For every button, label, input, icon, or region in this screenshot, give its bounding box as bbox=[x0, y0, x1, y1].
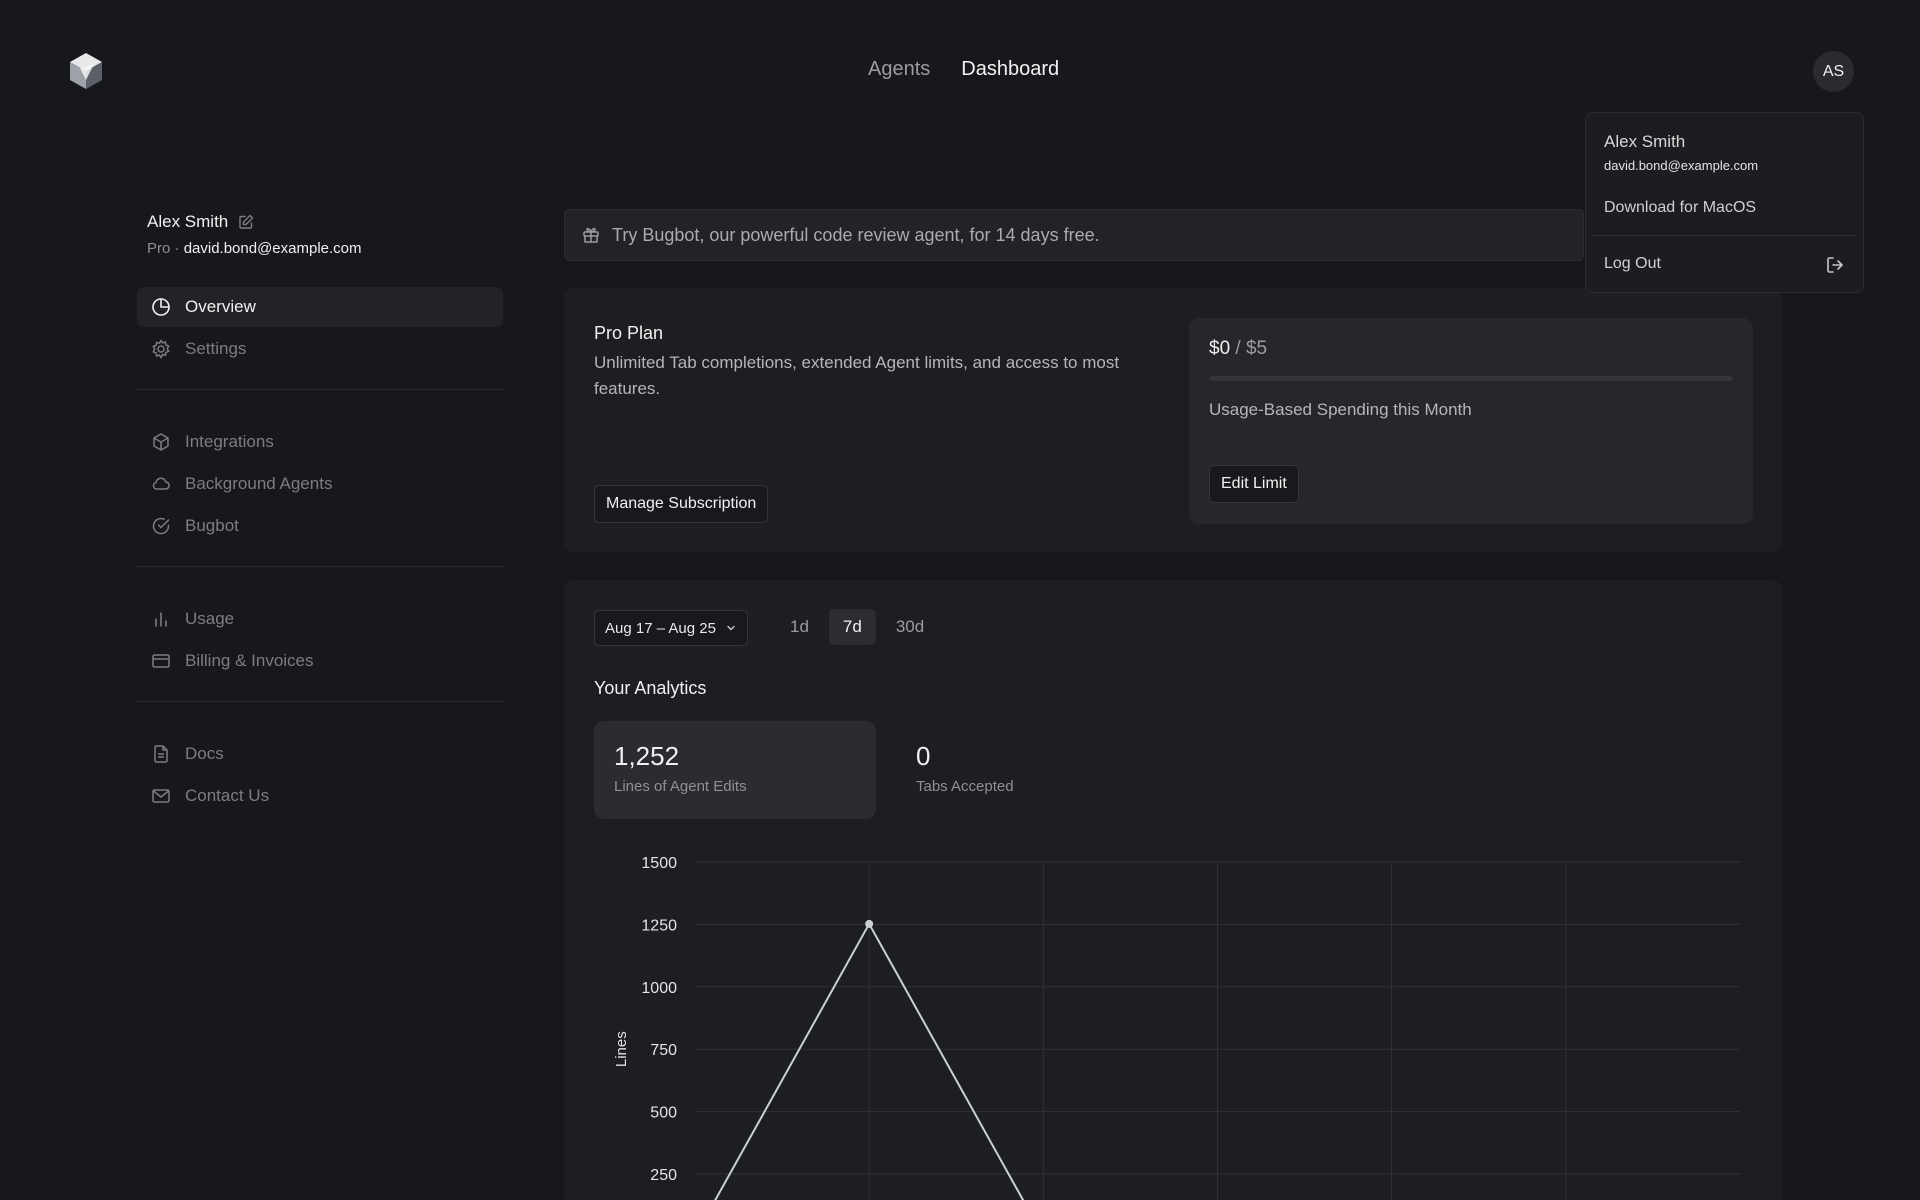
gift-icon bbox=[583, 227, 599, 243]
dropdown-user-email: david.bond@example.com bbox=[1604, 158, 1759, 173]
sidebar-item-label: Contact Us bbox=[185, 786, 270, 805]
check-circle-icon bbox=[152, 517, 170, 535]
plan-card: Pro Plan Unlimited Tab completions, exte… bbox=[564, 288, 1782, 552]
y-axis-label: Lines bbox=[613, 1031, 630, 1067]
analytics-card: Aug 17 – Aug 25 1d 7d 30d Your Analytics… bbox=[564, 580, 1782, 1200]
app-logo[interactable] bbox=[68, 52, 104, 90]
usage-box: $0 / $5 Usage-Based Spending this Month … bbox=[1189, 318, 1753, 524]
sidebar-item-label: Integrations bbox=[185, 432, 274, 451]
sidebar-item-label: Docs bbox=[185, 744, 224, 763]
profile-email: david.bond@example.com bbox=[183, 240, 362, 257]
edit-limit-button[interactable]: Edit Limit bbox=[1209, 465, 1299, 503]
dropdown-user-name: Alex Smith bbox=[1604, 132, 1686, 151]
sidebar-divider bbox=[137, 389, 503, 390]
sidebar-item-label: Settings bbox=[185, 339, 247, 358]
manage-subscription-button[interactable]: Manage Subscription bbox=[594, 485, 769, 523]
edit-icon[interactable] bbox=[238, 214, 254, 230]
bar-chart-icon bbox=[155, 612, 167, 627]
nav-agents[interactable]: Agents bbox=[868, 58, 930, 81]
sidebar-item-label: Billing & Invoices bbox=[185, 651, 314, 670]
profile-plan: Pro bbox=[147, 240, 171, 257]
usage-limit: $5 bbox=[1245, 338, 1268, 359]
plan-description: Unlimited Tab completions, extended Agen… bbox=[594, 353, 1120, 398]
sidebar-item-label: Bugbot bbox=[185, 516, 239, 535]
usage-amount: $0 / $5 bbox=[1209, 338, 1267, 360]
document-icon bbox=[154, 745, 168, 763]
sidebar: Overview Settings Integrations Backgroun… bbox=[137, 287, 503, 818]
y-tick-label: 1000 bbox=[641, 980, 677, 997]
plan-title: Pro Plan bbox=[594, 323, 664, 343]
sidebar-item-background-agents[interactable]: Background Agents bbox=[137, 464, 503, 504]
cloud-icon bbox=[152, 477, 170, 490]
sidebar-item-label: Usage bbox=[185, 609, 235, 628]
sidebar-item-docs[interactable]: Docs bbox=[137, 734, 503, 774]
sidebar-item-label: Overview bbox=[185, 297, 256, 316]
profile-name: Alex Smith bbox=[147, 212, 229, 231]
logout-item[interactable]: Log Out bbox=[1604, 255, 1661, 273]
usage-separator: / bbox=[1230, 338, 1246, 359]
top-nav: Agents Dashboard bbox=[868, 58, 1059, 81]
y-tick-label: 500 bbox=[650, 1105, 677, 1122]
pie-chart-icon bbox=[152, 298, 170, 316]
gear-icon bbox=[152, 339, 170, 359]
y-tick-label: 250 bbox=[650, 1167, 677, 1184]
sidebar-item-label: Background Agents bbox=[185, 474, 333, 493]
data-point bbox=[865, 919, 874, 928]
series-line bbox=[714, 921, 1025, 1200]
profile-subtitle: Pro · david.bond@example.com bbox=[147, 240, 362, 257]
usage-label: Usage-Based Spending this Month bbox=[1209, 400, 1472, 419]
avatar-button[interactable]: AS bbox=[1813, 51, 1854, 92]
sidebar-item-bugbot[interactable]: Bugbot bbox=[137, 506, 503, 546]
banner-text: Try Bugbot, our powerful code review age… bbox=[612, 224, 1100, 245]
lines-chart: 250 500 750 1000 1250 1500 Lines bbox=[613, 855, 1740, 1200]
sidebar-item-billing[interactable]: Billing & Invoices bbox=[137, 641, 503, 681]
sidebar-item-contact[interactable]: Contact Us bbox=[137, 776, 503, 816]
bugbot-banner[interactable]: Try Bugbot, our powerful code review age… bbox=[564, 209, 1584, 261]
dropdown-divider bbox=[1592, 235, 1857, 236]
profile-name-row: Alex Smith bbox=[147, 212, 254, 232]
sidebar-item-overview[interactable]: Overview bbox=[137, 287, 503, 327]
sidebar-item-usage[interactable]: Usage bbox=[137, 599, 503, 639]
logout-icon[interactable] bbox=[1825, 255, 1845, 275]
usage-progress-bar bbox=[1209, 376, 1733, 381]
profile-separator: · bbox=[174, 240, 180, 257]
y-tick-label: 1250 bbox=[641, 917, 677, 934]
cube-icon bbox=[153, 433, 169, 451]
credit-card-icon bbox=[152, 654, 170, 668]
y-tick-label: 750 bbox=[650, 1042, 677, 1059]
download-macos-item[interactable]: Download for MacOS bbox=[1604, 199, 1756, 217]
mail-icon bbox=[152, 789, 170, 803]
account-dropdown: Alex Smith david.bond@example.com Downlo… bbox=[1585, 112, 1864, 293]
sidebar-item-settings[interactable]: Settings bbox=[137, 329, 503, 369]
y-tick-label: 1500 bbox=[641, 855, 677, 872]
sidebar-item-integrations[interactable]: Integrations bbox=[137, 422, 503, 462]
nav-dashboard[interactable]: Dashboard bbox=[961, 58, 1059, 81]
sidebar-divider bbox=[137, 701, 503, 702]
sidebar-divider bbox=[137, 566, 503, 567]
usage-spent: $0 bbox=[1209, 338, 1231, 359]
